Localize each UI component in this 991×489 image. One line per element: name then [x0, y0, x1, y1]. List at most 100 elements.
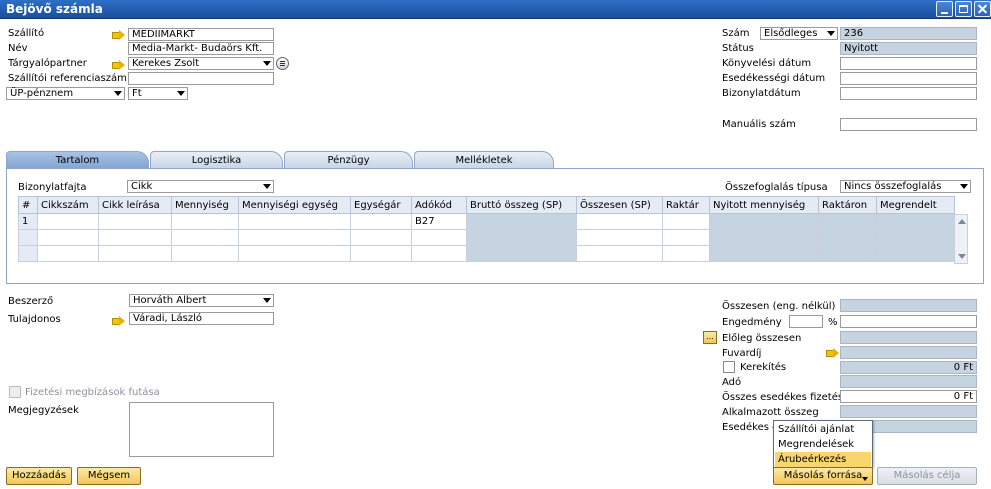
currency-dropdown[interactable]: Ft: [128, 87, 188, 100]
close-icon[interactable]: [974, 1, 991, 17]
table-cell[interactable]: [238, 245, 351, 262]
table-cell[interactable]: [350, 245, 412, 262]
table-cell[interactable]: [411, 245, 467, 262]
column-header[interactable]: Megrendelt: [876, 196, 955, 214]
table-cell[interactable]: [238, 229, 351, 246]
tab-finance[interactable]: Pénzügy: [284, 151, 413, 169]
table-cell[interactable]: [350, 229, 412, 246]
table-cell[interactable]: [411, 229, 467, 246]
link-arrow-icon[interactable]: [112, 60, 125, 70]
column-header[interactable]: Mennyiségi egység: [238, 196, 351, 214]
table-cell[interactable]: [98, 213, 172, 230]
scroll-up-icon[interactable]: [958, 219, 966, 224]
table-cell[interactable]: [171, 245, 239, 262]
table-cell[interactable]: [98, 229, 172, 246]
scroll-down-icon[interactable]: [958, 254, 966, 259]
table-cell[interactable]: [98, 245, 172, 262]
chevron-down-icon: [263, 298, 271, 303]
currency-type-dropdown[interactable]: ÜP-pénznem: [6, 87, 125, 100]
tab-content[interactable]: Tartalom: [6, 151, 149, 169]
table-cell: [818, 245, 877, 262]
posting-date-label: Könyvelési dátum: [722, 58, 812, 69]
contact-label: Tárgyalópartner: [8, 58, 87, 69]
cancel-button[interactable]: Mégsem: [77, 467, 141, 485]
column-header[interactable]: Összesen (SP): [576, 196, 663, 214]
manual-number-label: Manuális szám: [722, 119, 796, 130]
supplier-field[interactable]: MEDIIMARKT: [128, 28, 274, 41]
table-cell[interactable]: [662, 229, 710, 246]
window-titlebar: Bejövő számla: [0, 0, 991, 19]
buyer-dropdown[interactable]: Horváth Albert: [129, 294, 274, 307]
owner-field[interactable]: Váradi, László: [129, 312, 274, 325]
payment-run-checkbox: [9, 386, 21, 398]
column-header[interactable]: Mennyiség: [171, 196, 239, 214]
table-cell: [876, 245, 955, 262]
table-row[interactable]: [18, 229, 955, 246]
summary-type-dropdown[interactable]: Nincs összefoglalás: [840, 180, 971, 193]
menu-item-supplier-quote[interactable]: Szállítói ajánlat: [775, 422, 871, 437]
column-header[interactable]: Adókód: [411, 196, 467, 214]
menu-item-goods-receipt[interactable]: Árubeérkezés: [775, 452, 871, 467]
column-header[interactable]: Cikk leírása: [98, 196, 172, 214]
column-header[interactable]: #: [18, 196, 38, 214]
copy-from-button[interactable]: Másolás forrása: [773, 467, 873, 485]
column-header[interactable]: Egységár: [350, 196, 412, 214]
total-before-discount-label: Összesen (eng. nélkül): [722, 301, 836, 312]
link-arrow-icon[interactable]: [112, 316, 125, 326]
row-number[interactable]: [18, 245, 38, 262]
table-cell[interactable]: [238, 213, 351, 230]
due-date-field[interactable]: [840, 72, 977, 85]
tab-logistics[interactable]: Logisztika: [150, 151, 283, 169]
table-row[interactable]: 1 B27: [18, 213, 955, 230]
contact-dropdown[interactable]: Kerekes Zsolt: [128, 57, 274, 70]
link-arrow-icon[interactable]: [826, 348, 839, 358]
total-due-field[interactable]: 0 Ft: [840, 390, 977, 403]
discount-percent-field[interactable]: [789, 315, 823, 328]
row-number[interactable]: [18, 229, 38, 246]
column-header[interactable]: Raktáron: [818, 196, 877, 214]
table-scrollbar[interactable]: [954, 214, 968, 264]
chevron-down-icon: [263, 184, 271, 189]
name-field[interactable]: Media-Markt- Budaörs Kft.: [128, 42, 274, 55]
table-cell[interactable]: [37, 213, 99, 230]
column-header[interactable]: Bruttó összeg (SP): [466, 196, 577, 214]
table-cell[interactable]: [576, 245, 663, 262]
doc-date-field[interactable]: [840, 87, 977, 100]
owner-label: Tulajdonos: [8, 314, 61, 325]
rounding-checkbox[interactable]: [723, 361, 735, 373]
manual-number-field[interactable]: [840, 118, 977, 131]
balance-due-label: Esedékes e: [722, 422, 779, 433]
applied-amount-label: Alkalmazott összeg: [722, 407, 819, 418]
ref-label: Szállítói referenciaszám: [8, 73, 127, 84]
table-cell[interactable]: [576, 213, 663, 230]
table-cell[interactable]: [37, 245, 99, 262]
column-header[interactable]: Nyitott mennyiség: [709, 196, 819, 214]
add-button[interactable]: Hozzáadás: [6, 467, 72, 485]
doc-type-dropdown[interactable]: Cikk: [127, 180, 274, 193]
maximize-icon[interactable]: [955, 1, 972, 17]
table-cell[interactable]: [37, 229, 99, 246]
row-number[interactable]: 1: [18, 213, 38, 230]
tab-attachments[interactable]: Mellékletek: [414, 151, 554, 169]
table-cell[interactable]: [171, 229, 239, 246]
column-header[interactable]: Cikkszám: [37, 196, 99, 214]
menu-item-purchase-orders[interactable]: Megrendelések: [775, 437, 871, 452]
link-arrow-icon[interactable]: [112, 30, 125, 40]
list-icon[interactable]: [276, 57, 289, 70]
table-cell[interactable]: [576, 229, 663, 246]
minimize-icon[interactable]: [936, 1, 953, 17]
tax-field: [840, 375, 977, 388]
discount-amount-field[interactable]: [840, 315, 977, 328]
posting-date-field[interactable]: [840, 57, 977, 70]
ref-field[interactable]: [128, 72, 274, 85]
remarks-textarea[interactable]: [129, 402, 274, 457]
series-dropdown[interactable]: Elsődleges: [760, 27, 838, 40]
table-cell[interactable]: [350, 213, 412, 230]
table-cell[interactable]: [662, 213, 710, 230]
table-cell[interactable]: [171, 213, 239, 230]
column-header[interactable]: Raktár: [662, 196, 710, 214]
table-cell[interactable]: B27: [411, 213, 467, 230]
table-row[interactable]: [18, 245, 955, 262]
more-options-button[interactable]: ...: [703, 331, 717, 344]
table-cell[interactable]: [662, 245, 710, 262]
